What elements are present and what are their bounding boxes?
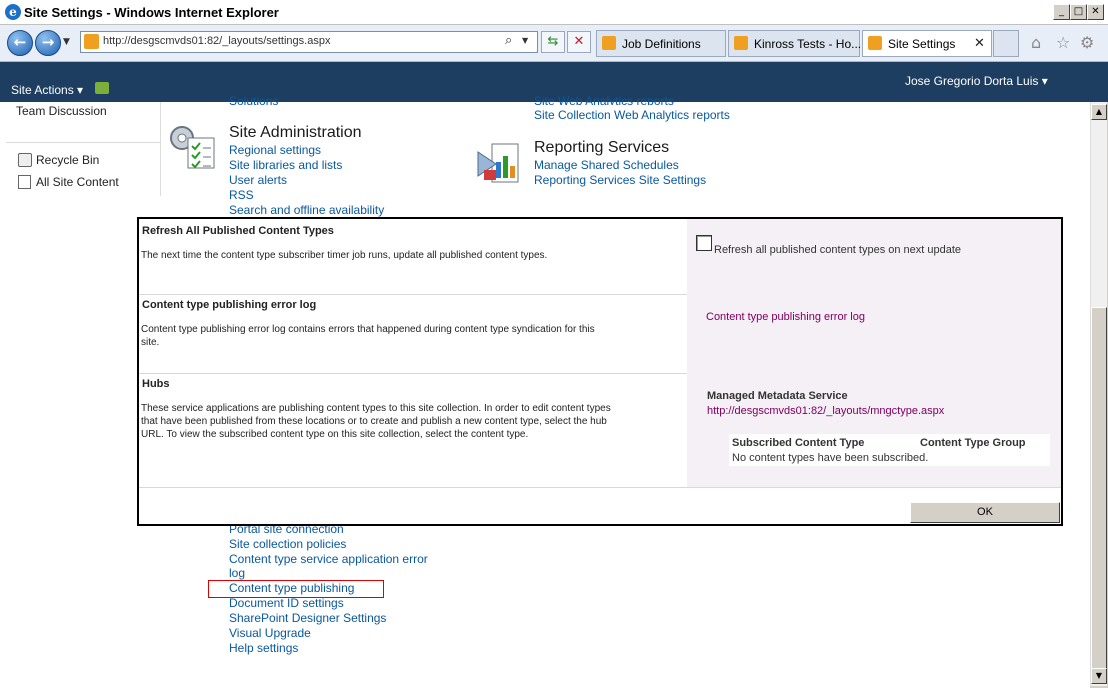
stop-icon[interactable]: ✕ bbox=[567, 31, 591, 53]
refresh-section: Refresh All Published Content Types The … bbox=[139, 219, 1061, 295]
navigate-up-icon[interactable] bbox=[95, 82, 109, 94]
errorlog-title: Content type publishing error log bbox=[142, 299, 317, 311]
site-collection-policies-link[interactable]: Site collection policies bbox=[229, 537, 346, 551]
regional-settings-link[interactable]: Regional settings bbox=[229, 143, 321, 157]
all-site-content-icon bbox=[18, 175, 31, 189]
vertical-scrollbar[interactable]: ▲ ▼ bbox=[1090, 102, 1107, 686]
refresh-checkbox[interactable] bbox=[696, 235, 712, 251]
site-administration-heading: Site Administration bbox=[229, 124, 362, 141]
address-bar[interactable]: http://desgscmvds01:82/_layouts/settings… bbox=[80, 31, 538, 53]
home-icon[interactable]: ⌂ bbox=[1031, 33, 1041, 52]
hub-url-link[interactable]: http://desgscmvds01:82/_layouts/mngctype… bbox=[707, 405, 944, 417]
search-offline-link[interactable]: Search and offline availability bbox=[229, 203, 384, 217]
tab-job-definitions[interactable]: Job Definitions bbox=[596, 30, 726, 57]
quick-launch: Team Discussion Recycle Bin All Site Con… bbox=[6, 102, 161, 196]
tab-kinross-tests[interactable]: Kinross Tests - Ho... bbox=[728, 30, 862, 57]
forward-button[interactable]: → bbox=[35, 30, 61, 56]
tab-label: Site Settings bbox=[888, 37, 956, 51]
address-dropdown-icon[interactable]: ▼ bbox=[522, 36, 528, 45]
col-subscribed-content-type: Subscribed Content Type bbox=[732, 437, 865, 449]
errorlog-description: Content type publishing error log contai… bbox=[141, 324, 595, 348]
sharepoint-favicon-icon bbox=[84, 34, 99, 49]
ct-service-error-log-link[interactable]: Content type service application error bbox=[229, 552, 428, 566]
reporting-services-heading: Reporting Services bbox=[534, 139, 670, 156]
errorlog-panel bbox=[687, 294, 1061, 373]
browser-nav-bar: ← → ▼ http://desgscmvds01:82/_layouts/se… bbox=[0, 25, 1108, 62]
solutions-link-partial[interactable]: Solutions bbox=[229, 94, 278, 105]
refresh-description: The next time the content type subscribe… bbox=[141, 250, 548, 261]
tab-site-settings[interactable]: Site Settings ✕ bbox=[862, 30, 992, 57]
site-actions-menu[interactable]: Site Actions ▾ bbox=[11, 83, 83, 97]
all-site-content-link[interactable]: All Site Content bbox=[36, 175, 119, 189]
tools-gear-icon[interactable]: ⚙ bbox=[1080, 33, 1094, 52]
visual-upgrade-link[interactable]: Visual Upgrade bbox=[229, 626, 311, 640]
tab-label: Job Definitions bbox=[622, 37, 701, 51]
favorites-star-icon[interactable]: ☆ bbox=[1056, 33, 1070, 52]
content-type-publishing-dialog: Refresh All Published Content Types The … bbox=[137, 217, 1063, 526]
ct-service-error-log-link-cont[interactable]: log bbox=[229, 566, 245, 580]
refresh-icon[interactable]: ⇆ bbox=[541, 31, 565, 53]
site-libraries-lists-link[interactable]: Site libraries and lists bbox=[229, 158, 342, 172]
errorlog-section: Content type publishing error log Conten… bbox=[139, 294, 1061, 374]
back-button[interactable]: ← bbox=[7, 30, 33, 56]
col-content-type-group: Content Type Group bbox=[920, 437, 1026, 449]
minimize-button[interactable]: _ bbox=[1053, 4, 1070, 20]
ie-logo-icon: e bbox=[5, 4, 21, 20]
new-tab-button[interactable] bbox=[993, 30, 1019, 57]
scroll-up-icon[interactable]: ▲ bbox=[1091, 104, 1107, 120]
sharepoint-favicon-icon bbox=[734, 36, 748, 50]
close-window-button[interactable]: ✕ bbox=[1087, 4, 1104, 20]
hubs-section: Hubs These service applications are publ… bbox=[139, 373, 1061, 488]
site-admin-gear-icon bbox=[168, 124, 216, 170]
help-settings-link[interactable]: Help settings bbox=[229, 641, 298, 655]
managed-metadata-service-name: Managed Metadata Service bbox=[707, 390, 848, 402]
recycle-bin-link[interactable]: Recycle Bin bbox=[36, 153, 99, 167]
user-alerts-link[interactable]: User alerts bbox=[229, 173, 287, 187]
refresh-title: Refresh All Published Content Types bbox=[142, 225, 334, 237]
history-dropdown-icon[interactable]: ▼ bbox=[63, 37, 70, 47]
reporting-services-icon bbox=[476, 140, 520, 184]
hubs-description: These service applications are publishin… bbox=[141, 403, 611, 440]
tab-label: Kinross Tests - Ho... bbox=[754, 37, 862, 51]
highlight-box bbox=[208, 580, 384, 598]
window-title-bar: e Site Settings - Windows Internet Explo… bbox=[0, 0, 1108, 25]
recycle-bin-icon bbox=[18, 153, 32, 167]
close-tab-icon[interactable]: ✕ bbox=[974, 36, 985, 51]
document-id-settings-link[interactable]: Document ID settings bbox=[229, 596, 344, 610]
site-web-analytics-link-partial[interactable]: Site Web Analytics reports bbox=[534, 94, 674, 105]
maximize-button[interactable]: □ bbox=[1070, 4, 1087, 20]
no-subscriptions-text: No content types have been subscribed. bbox=[732, 452, 929, 464]
window-title: Site Settings - Windows Internet Explore… bbox=[24, 5, 279, 20]
refresh-checkbox-label: Refresh all published content types on n… bbox=[714, 244, 962, 256]
site-collection-analytics-link[interactable]: Site Collection Web Analytics reports bbox=[534, 108, 730, 122]
scroll-thumb[interactable] bbox=[1091, 307, 1107, 669]
sharepoint-designer-settings-link[interactable]: SharePoint Designer Settings bbox=[229, 611, 386, 625]
sharepoint-favicon-icon bbox=[868, 36, 882, 50]
sharepoint-favicon-icon bbox=[602, 36, 616, 50]
reporting-services-site-settings-link[interactable]: Reporting Services Site Settings bbox=[534, 173, 706, 187]
user-menu[interactable]: Jose Gregorio Dorta Luis ▾ bbox=[905, 74, 1048, 88]
ok-button[interactable]: OK bbox=[910, 502, 1060, 523]
divider bbox=[6, 142, 160, 143]
address-url[interactable]: http://desgscmvds01:82/_layouts/settings… bbox=[103, 35, 330, 47]
manage-shared-schedules-link[interactable]: Manage Shared Schedules bbox=[534, 158, 679, 172]
hubs-title: Hubs bbox=[142, 378, 170, 390]
subscribed-table: Subscribed Content Type Content Type Gro… bbox=[729, 434, 1050, 466]
team-discussion-link[interactable]: Team Discussion bbox=[16, 104, 107, 118]
search-icon[interactable]: ⌕ bbox=[505, 33, 512, 48]
scroll-down-icon[interactable]: ▼ bbox=[1091, 668, 1107, 684]
rss-link[interactable]: RSS bbox=[229, 188, 254, 202]
errorlog-link[interactable]: Content type publishing error log bbox=[706, 311, 865, 323]
refresh-control-panel bbox=[687, 219, 1061, 294]
